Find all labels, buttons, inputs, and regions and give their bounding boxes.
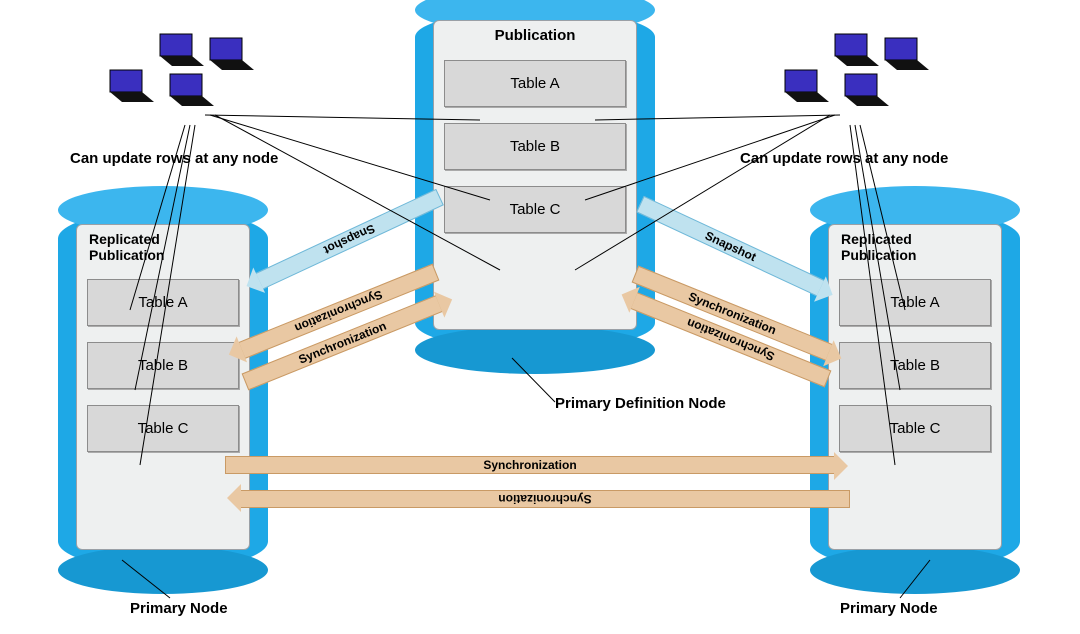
table-box: Table B — [87, 342, 239, 389]
arrow-sync-left-to-right: Synchronization — [225, 456, 835, 474]
panel-title: Replicated Publication — [87, 231, 239, 263]
primary-node-right: Replicated Publication Table A Table B T… — [810, 210, 1020, 570]
note-update-right: Can update rows at any node — [740, 150, 948, 167]
arrow-sync-right-to-left: Synchronization — [240, 490, 850, 508]
table-box: Table A — [87, 279, 239, 326]
note-update-left: Can update rows at any node — [70, 150, 278, 167]
table-box: Table C — [87, 405, 239, 452]
arrow-label: Snapshot — [322, 221, 377, 257]
publication-panel: Replicated Publication Table A Table B T… — [76, 224, 250, 550]
publication-panel: Replicated Publication Table A Table B T… — [828, 224, 1002, 550]
primary-node-left: Replicated Publication Table A Table B T… — [58, 210, 268, 570]
label-text: Primary Definition Node — [555, 395, 726, 412]
label-primary-node-right: Primary Node — [840, 600, 938, 617]
diagram-stage: Publication Table A Table B Table C Repl… — [0, 0, 1080, 634]
arrow-head-icon — [834, 452, 848, 480]
arrow-head-icon — [227, 484, 241, 512]
table-box: Table C — [839, 405, 991, 452]
label-primary-definition-node: Primary Definition Node — [555, 395, 726, 412]
panel-title: Publication — [444, 27, 626, 44]
label-primary-node-left: Primary Node — [130, 600, 228, 617]
table-box: Table C — [444, 186, 626, 233]
table-box: Table B — [839, 342, 991, 389]
panel-title: Replicated Publication — [839, 231, 991, 263]
table-box: Table A — [839, 279, 991, 326]
arrow-label: Snapshot — [703, 228, 758, 264]
arrow-label: Synchronization — [483, 458, 576, 472]
client-laptops-right — [775, 30, 945, 120]
arrow-label: Synchronization — [498, 492, 591, 506]
client-laptops-left — [100, 30, 270, 120]
table-box: Table B — [444, 123, 626, 170]
table-box: Table A — [444, 60, 626, 107]
publication-panel: Publication Table A Table B Table C — [433, 20, 637, 330]
